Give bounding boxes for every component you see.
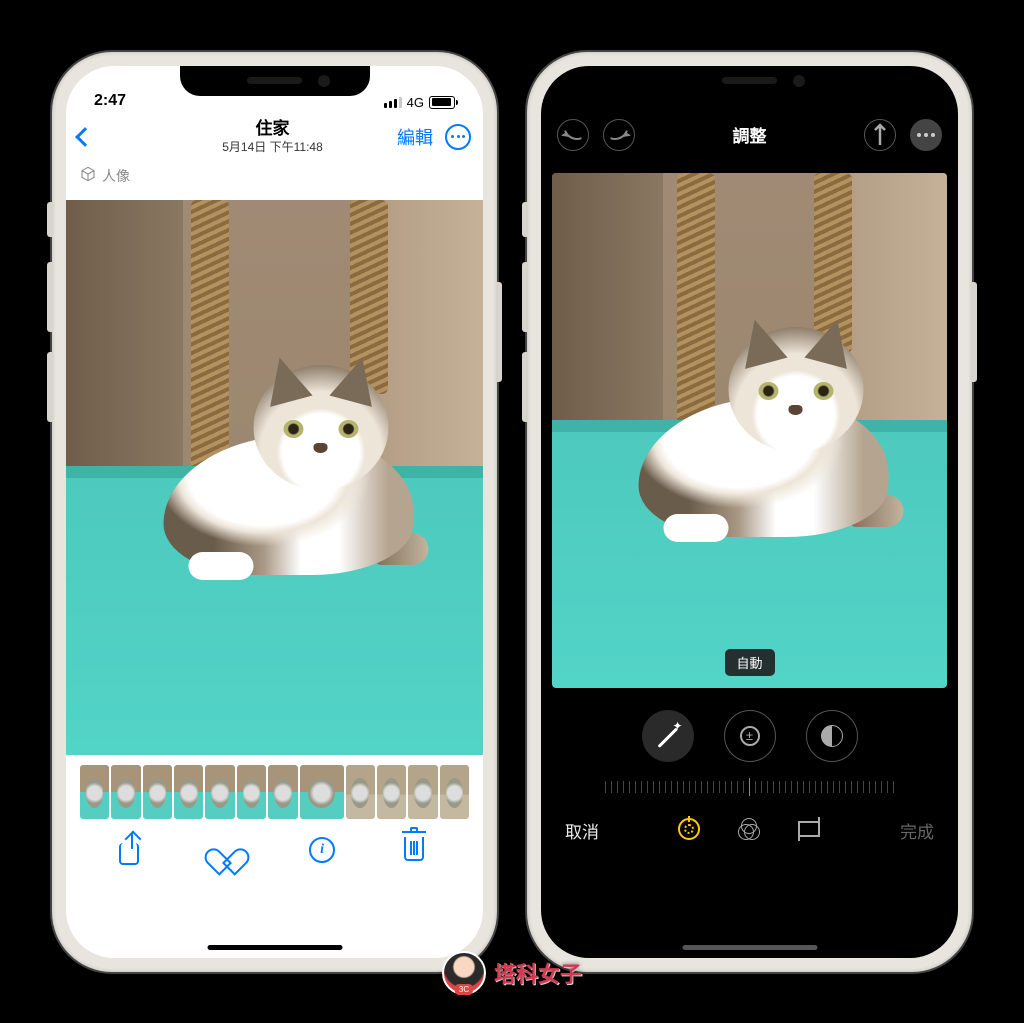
phone-frame-right: 調整 [527, 52, 972, 972]
undo-button[interactable] [557, 119, 589, 151]
more-button[interactable] [910, 119, 942, 151]
status-time: 2:47 [94, 92, 126, 110]
editor-nav: 調整 [541, 111, 958, 159]
markup-button[interactable] [864, 119, 896, 151]
redo-button[interactable] [603, 119, 635, 151]
wand-icon [657, 725, 679, 747]
screen-photo-editor: 調整 [541, 66, 958, 958]
cancel-button[interactable]: 取消 [565, 818, 599, 843]
cat-photo [552, 173, 947, 688]
thumbnail[interactable] [80, 765, 109, 819]
more-button[interactable] [445, 124, 471, 150]
exposure-button[interactable]: ± [724, 710, 776, 762]
thumbnail[interactable] [377, 765, 406, 819]
thumbnail[interactable] [268, 765, 297, 819]
thumbnail[interactable] [408, 765, 437, 819]
phone-frame-left: 2:47 4G 住家 5月14日 下午11:48 編輯 [52, 52, 497, 972]
nav-title: 住家 [222, 119, 323, 139]
editor-bottom-bar: 取消 完成 [541, 802, 958, 875]
delete-button[interactable] [404, 837, 430, 863]
share-button[interactable] [119, 837, 145, 863]
favorite-button[interactable] [214, 837, 240, 863]
thumbnail[interactable] [143, 765, 172, 819]
thumbnail[interactable] [346, 765, 375, 819]
contrast-icon [821, 725, 843, 747]
photo-editing[interactable]: 自動 [552, 173, 947, 688]
edit-button[interactable]: 編輯 [397, 124, 433, 150]
watermark: 塔科女子 [442, 951, 582, 995]
photo-mode-row: 人像 [66, 160, 483, 192]
done-button[interactable]: 完成 [900, 818, 934, 843]
signal-icon [384, 97, 402, 108]
cube-icon [80, 166, 96, 185]
photo-main[interactable] [66, 200, 483, 755]
cat-photo [66, 200, 483, 755]
editor-title: 調整 [733, 122, 767, 147]
nav-bar: 住家 5月14日 下午11:48 編輯 [66, 114, 483, 160]
thumbnail[interactable] [174, 765, 203, 819]
filters-tab[interactable] [738, 818, 762, 842]
adjust-tab[interactable] [678, 818, 702, 842]
adjustment-slider[interactable] [541, 772, 958, 802]
photo-mode-label: 人像 [102, 166, 130, 186]
watermark-text: 塔科女子 [494, 957, 582, 989]
info-button[interactable]: i [309, 837, 335, 863]
auto-label: 自動 [724, 649, 774, 676]
crop-tab[interactable] [798, 818, 822, 842]
watermark-avatar-icon [442, 951, 486, 995]
battery-icon [429, 96, 455, 109]
thumbnail[interactable] [111, 765, 140, 819]
brilliance-button[interactable] [806, 710, 858, 762]
adjustment-controls: ± [541, 688, 958, 772]
thumbnail-current[interactable] [300, 765, 344, 819]
bottom-toolbar: i [66, 823, 483, 893]
thumbnail-strip[interactable] [66, 755, 483, 823]
thumbnail[interactable] [205, 765, 234, 819]
back-button[interactable] [75, 127, 95, 147]
exposure-icon: ± [740, 726, 760, 746]
thumbnail[interactable] [237, 765, 266, 819]
notch [180, 66, 370, 96]
screen-photos-viewer: 2:47 4G 住家 5月14日 下午11:48 編輯 [66, 66, 483, 958]
auto-enhance-button[interactable] [642, 710, 694, 762]
status-carrier: 4G [407, 95, 424, 110]
home-indicator[interactable] [682, 945, 817, 950]
notch [655, 66, 845, 96]
home-indicator[interactable] [207, 945, 342, 950]
nav-subtitle: 5月14日 下午11:48 [222, 140, 323, 154]
thumbnail[interactable] [440, 765, 469, 819]
